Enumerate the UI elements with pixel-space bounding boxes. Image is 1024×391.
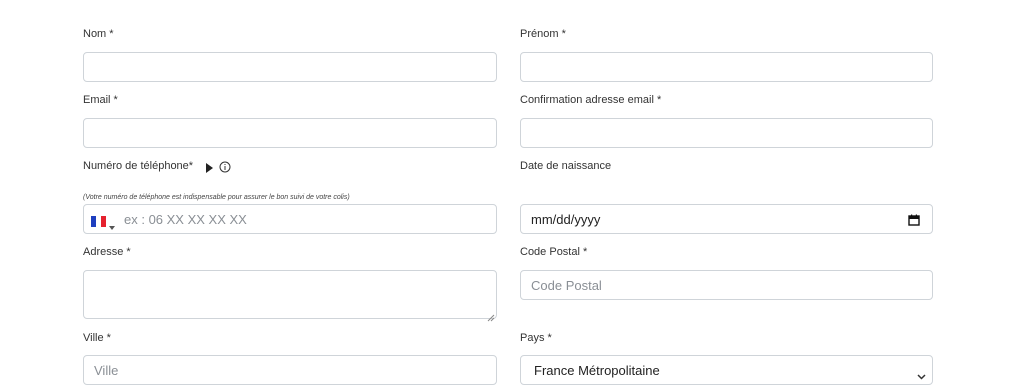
- country-select[interactable]: France Métropolitaine: [520, 355, 933, 385]
- phone-placeholder: ex : 06 XX XX XX XX: [124, 212, 247, 227]
- chevron-down-icon[interactable]: [917, 367, 926, 380]
- email-confirm-input[interactable]: [520, 118, 933, 148]
- birthdate-placeholder: mm/dd/yyyy: [531, 212, 601, 227]
- email-confirm-label: Confirmation adresse email *: [520, 94, 662, 106]
- nom-label: Nom *: [83, 28, 114, 40]
- country-selected: France Métropolitaine: [534, 363, 660, 378]
- birthdate-label: Date de naissance: [520, 160, 612, 172]
- country-dropdown-icon[interactable]: [109, 217, 115, 230]
- email-input[interactable]: [83, 118, 497, 148]
- phone-input[interactable]: ex : 06 XX XX XX XX: [83, 204, 497, 234]
- address-label: Adresse *: [83, 246, 131, 258]
- info-circle-icon[interactable]: [219, 160, 231, 173]
- city-label: Ville *: [83, 332, 111, 344]
- calendar-icon[interactable]: [908, 213, 920, 226]
- nom-input[interactable]: [83, 52, 497, 82]
- postal-code-input[interactable]: Code Postal: [520, 270, 933, 300]
- postal-code-placeholder: Code Postal: [531, 278, 602, 293]
- postal-code-label: Code Postal *: [520, 246, 588, 258]
- country-label: Pays *: [520, 332, 552, 344]
- resize-handle-icon[interactable]: [487, 309, 495, 322]
- prenom-input[interactable]: [520, 52, 933, 82]
- birthdate-input[interactable]: mm/dd/yyyy: [520, 204, 933, 234]
- city-input[interactable]: Ville: [83, 355, 497, 385]
- address-textarea[interactable]: [83, 270, 497, 322]
- triangle-right-icon[interactable]: [205, 161, 215, 173]
- prenom-label: Prénom *: [520, 28, 566, 40]
- city-placeholder: Ville: [94, 363, 119, 378]
- email-label: Email *: [83, 94, 118, 106]
- phone-label: Numéro de téléphone*: [83, 160, 194, 172]
- fr-flag-icon[interactable]: [91, 214, 106, 227]
- phone-note: (Votre numéro de téléphone est indispens…: [83, 194, 350, 201]
